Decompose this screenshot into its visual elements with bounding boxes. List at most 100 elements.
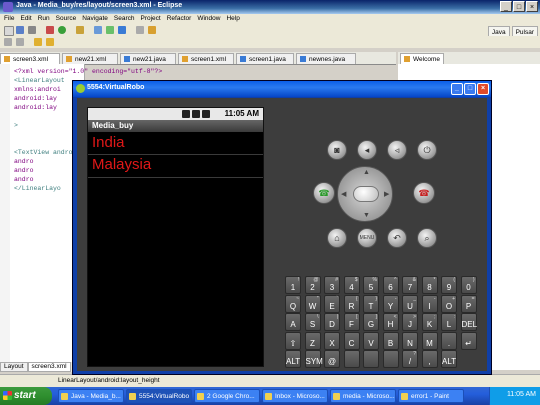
- key-y[interactable]: Y-: [382, 294, 399, 313]
- volume-up-button[interactable]: ◃: [387, 140, 407, 160]
- key-m[interactable]: M: [421, 331, 438, 350]
- power-button[interactable]: ⏻: [417, 140, 437, 160]
- search-button[interactable]: ⌕: [417, 228, 437, 248]
- dpad-left-icon[interactable]: ◀: [341, 190, 346, 198]
- key-q[interactable]: Q ~: [285, 294, 301, 313]
- annotation-prev-icon[interactable]: [16, 38, 24, 46]
- key-symbol[interactable]: ⇧: [285, 331, 301, 350]
- maximize-button[interactable]: □: [513, 1, 525, 12]
- run-icon[interactable]: [58, 26, 66, 34]
- external-tools-icon[interactable]: [76, 26, 84, 34]
- key-space[interactable]: [382, 350, 399, 368]
- key-symbol[interactable]: @: [324, 350, 340, 368]
- tab-screen3-xml[interactable]: screen3.xml: [27, 362, 71, 372]
- tab-welcome[interactable]: Welcome: [400, 53, 444, 64]
- save-icon[interactable]: [16, 26, 24, 34]
- key-i[interactable]: I-: [421, 294, 438, 313]
- dpad-down-icon[interactable]: ▼: [363, 212, 370, 219]
- code-line[interactable]: xmlns:androi: [14, 86, 61, 93]
- emulator-close-button[interactable]: ×: [477, 83, 489, 95]
- key-4[interactable]: 4 $: [343, 276, 360, 294]
- back-icon[interactable]: [34, 38, 42, 46]
- list-item-india[interactable]: India: [92, 134, 125, 151]
- key-sym[interactable]: SYM: [304, 350, 323, 368]
- taskbar-item[interactable]: Inbox - Microso...: [262, 389, 328, 403]
- search-icon[interactable]: [148, 26, 156, 34]
- menu-item-file[interactable]: File: [4, 14, 14, 24]
- tab-new21-java[interactable]: new21.java: [120, 53, 176, 64]
- key-n[interactable]: N: [402, 331, 418, 350]
- key-7[interactable]: 7 &: [402, 276, 418, 294]
- key-o[interactable]: O +: [441, 294, 457, 313]
- key-0[interactable]: 0): [460, 276, 477, 294]
- key-w[interactable]: W ": [304, 294, 321, 313]
- key-f[interactable]: F[: [343, 313, 360, 331]
- menu-item-navigate[interactable]: Navigate: [82, 14, 108, 24]
- code-line[interactable]: >: [14, 122, 18, 129]
- taskbar-item[interactable]: 2 Google Chro...: [194, 389, 260, 403]
- menu-item-source[interactable]: Source: [56, 14, 77, 24]
- new-class-icon[interactable]: [118, 26, 126, 34]
- code-line[interactable]: <LinearLayout: [14, 77, 65, 84]
- key-symbol[interactable]: /?: [402, 350, 418, 368]
- phone-screen[interactable]: 11:05 AM Media_buy India Malaysia: [87, 107, 264, 367]
- forward-icon[interactable]: [46, 38, 54, 46]
- taskbar-item[interactable]: media - Microso...: [330, 389, 396, 403]
- code-line[interactable]: </LinearLayo: [14, 185, 61, 192]
- code-line[interactable]: android:lay: [14, 95, 57, 102]
- volume-down-button[interactable]: ◂: [357, 140, 377, 160]
- key-l[interactable]: L:: [441, 313, 457, 331]
- minimize-button[interactable]: _: [500, 1, 512, 12]
- key-del[interactable]: DEL: [460, 313, 477, 331]
- key-symbol[interactable]: .: [441, 331, 457, 350]
- dpad-center-button[interactable]: [353, 186, 379, 202]
- code-line[interactable]: andro: [14, 167, 34, 174]
- key-t[interactable]: T}: [363, 294, 379, 313]
- menu-item-window[interactable]: Window: [197, 14, 220, 24]
- code-line[interactable]: <TextView andro: [14, 149, 73, 156]
- key-s[interactable]: S \: [304, 313, 321, 331]
- emulator-minimize-button[interactable]: _: [451, 83, 463, 95]
- key-x[interactable]: X: [324, 331, 340, 350]
- call-button[interactable]: ☎: [313, 182, 335, 204]
- key-2[interactable]: 2 @: [304, 276, 321, 294]
- tab-newnes-java[interactable]: newnes.java: [296, 53, 356, 64]
- key-e[interactable]: E `: [324, 294, 340, 313]
- tab-new21-xml[interactable]: new21.xml: [62, 53, 118, 64]
- back-button[interactable]: ↶: [387, 228, 407, 248]
- code-line[interactable]: android:lay: [14, 104, 57, 111]
- key-d[interactable]: D |: [324, 313, 340, 331]
- tab-screen3-xml[interactable]: screen3.xml: [0, 53, 60, 64]
- home-button[interactable]: ⌂: [327, 228, 347, 248]
- key-r[interactable]: R{: [343, 294, 360, 313]
- tab-screen1-java[interactable]: screen1.java: [236, 53, 294, 64]
- code-line[interactable]: andro: [14, 158, 34, 165]
- start-button[interactable]: start: [0, 387, 52, 405]
- key-alt[interactable]: ALT: [441, 350, 457, 368]
- key-p[interactable]: P =: [460, 294, 477, 313]
- code-line[interactable]: <?xml version="1.0" encoding="utf-8"?>: [14, 68, 162, 75]
- key-a[interactable]: A: [285, 313, 301, 331]
- key-1[interactable]: 1!: [285, 276, 301, 294]
- key-5[interactable]: 5%: [363, 276, 379, 294]
- menu-item-edit[interactable]: Edit: [20, 14, 31, 24]
- key-8[interactable]: 8 *: [421, 276, 438, 294]
- key-k[interactable]: K;: [421, 313, 438, 331]
- end-call-button[interactable]: ☎: [413, 182, 435, 204]
- open-type-icon[interactable]: [136, 26, 144, 34]
- key-b[interactable]: B: [382, 331, 399, 350]
- print-icon[interactable]: [28, 26, 36, 34]
- key-h[interactable]: H <: [382, 313, 399, 331]
- key-3[interactable]: 3 #: [324, 276, 340, 294]
- debug-icon[interactable]: [46, 26, 54, 34]
- code-line[interactable]: andro: [14, 176, 34, 183]
- tab-layout[interactable]: Layout: [0, 362, 28, 372]
- new-icon[interactable]: [4, 26, 14, 36]
- key-alt[interactable]: ALT: [285, 350, 301, 368]
- menu-button[interactable]: MENU: [357, 228, 377, 248]
- key-symbol[interactable]: ↵: [460, 331, 477, 350]
- key-u[interactable]: U _: [402, 294, 418, 313]
- key-space[interactable]: [343, 350, 360, 368]
- key-j[interactable]: J >: [402, 313, 418, 331]
- taskbar-item[interactable]: Java - Media_b...: [58, 389, 124, 403]
